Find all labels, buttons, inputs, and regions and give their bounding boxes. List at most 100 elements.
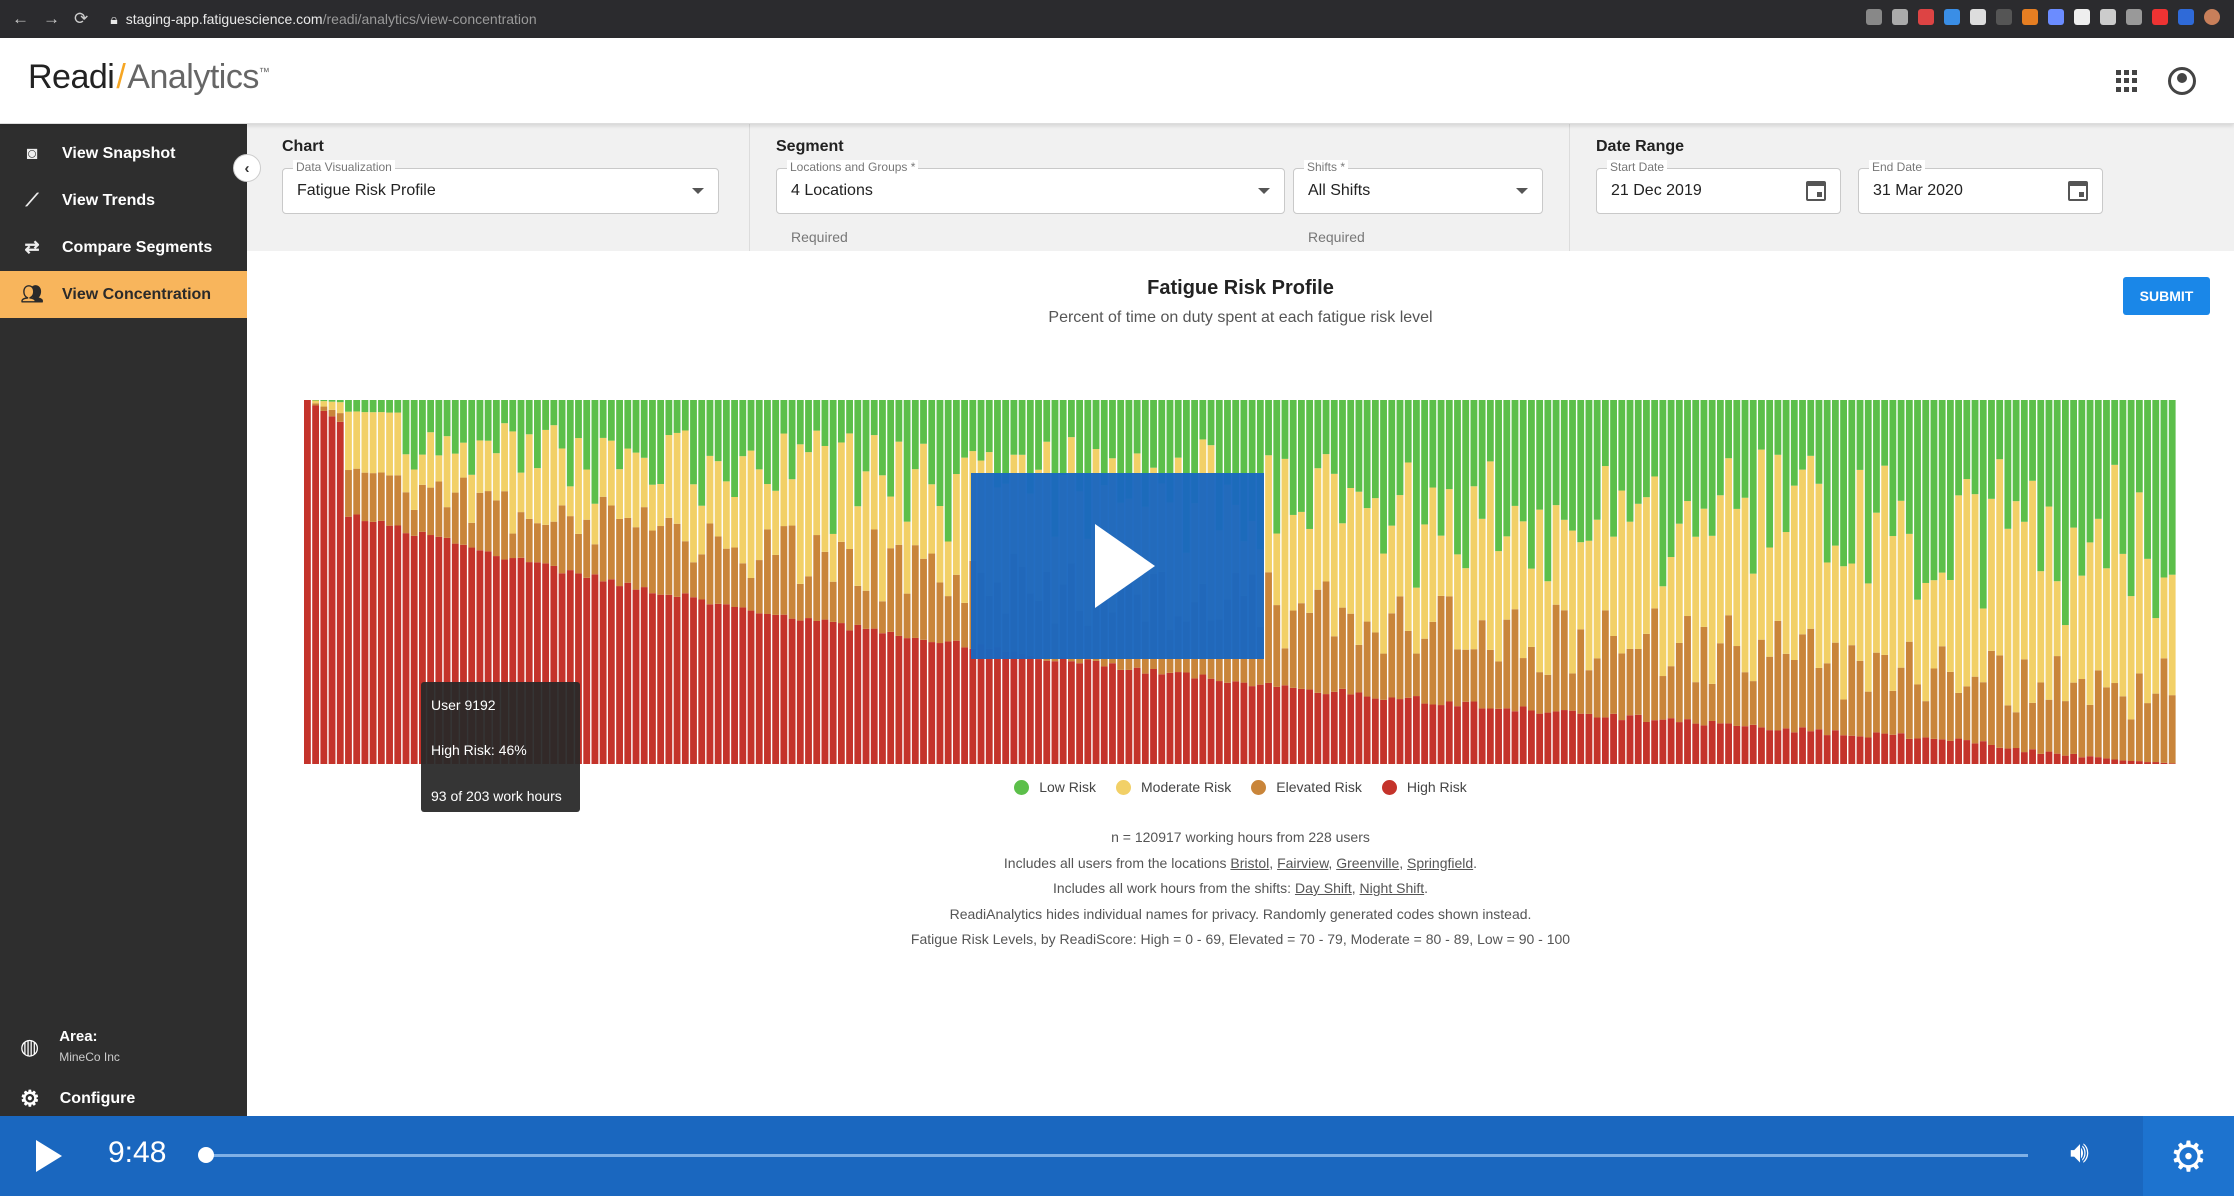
bar-segment-moderate-risk[interactable] (1758, 449, 1765, 640)
bar-segment-elevated-risk[interactable] (1347, 613, 1355, 695)
bar-segment-moderate-risk[interactable] (961, 457, 968, 603)
bar-segment-elevated-risk[interactable] (1355, 644, 1363, 693)
bar-segment-moderate-risk[interactable] (805, 452, 812, 577)
bar-segment-moderate-risk[interactable] (312, 400, 320, 404)
bar-segment-moderate-risk[interactable] (1462, 568, 1470, 650)
bar-segment-low-risk[interactable] (501, 400, 508, 424)
bar-segment-low-risk[interactable] (1585, 400, 1593, 541)
bar-segment-high-risk[interactable] (1043, 660, 1051, 764)
bar-segment-elevated-risk[interactable] (624, 517, 632, 583)
bar-segment-moderate-risk[interactable] (1799, 469, 1806, 635)
bar-segment-low-risk[interactable] (2119, 400, 2127, 554)
bar-segment-moderate-risk[interactable] (1454, 554, 1461, 650)
bar-segment-moderate-risk[interactable] (1371, 498, 1379, 633)
bar-segment-high-risk[interactable] (1026, 655, 1034, 764)
bar-segment-elevated-risk[interactable] (1963, 686, 1971, 741)
bar-segment-elevated-risk[interactable] (1560, 610, 1568, 711)
bar-segment-moderate-risk[interactable] (484, 440, 492, 492)
bar-segment-moderate-risk[interactable] (1725, 458, 1732, 616)
bar-segment-moderate-risk[interactable] (1404, 462, 1412, 631)
bar-segment-high-risk[interactable] (1429, 704, 1437, 764)
bar-segment-low-risk[interactable] (1938, 400, 1946, 573)
bar-segment-moderate-risk[interactable] (1265, 455, 1272, 573)
bar-segment-moderate-risk[interactable] (1938, 572, 1946, 647)
bar-segment-high-risk[interactable] (1938, 739, 1946, 764)
bar-segment-low-risk[interactable] (1815, 400, 1823, 484)
bar-segment-elevated-risk[interactable] (599, 496, 607, 582)
bar-segment-elevated-risk[interactable] (1519, 658, 1527, 707)
bar-segment-elevated-risk[interactable] (1667, 666, 1675, 719)
bar-segment-high-risk[interactable] (1577, 713, 1585, 764)
bar-segment-low-risk[interactable] (1265, 400, 1272, 456)
bar-segment-moderate-risk[interactable] (1716, 495, 1724, 644)
bar-segment-moderate-risk[interactable] (542, 429, 550, 525)
extension-icon[interactable] (2022, 9, 2038, 25)
bar-segment-low-risk[interactable] (410, 400, 418, 470)
bar-segment-low-risk[interactable] (944, 400, 952, 542)
bar-segment-elevated-risk[interactable] (1955, 692, 1963, 739)
bar-segment-low-risk[interactable] (1749, 400, 1757, 574)
bar-segment-low-risk[interactable] (887, 400, 895, 497)
bar-segment-elevated-risk[interactable] (698, 554, 706, 600)
bar-segment-elevated-risk[interactable] (829, 581, 837, 622)
bar-segment-elevated-risk[interactable] (1790, 660, 1798, 733)
bar-segment-elevated-risk[interactable] (484, 491, 492, 552)
bar-segment-low-risk[interactable] (1774, 400, 1782, 455)
bar-segment-high-risk[interactable] (837, 623, 845, 764)
bar-segment-high-risk[interactable] (1240, 682, 1248, 764)
bar-segment-moderate-risk[interactable] (2135, 492, 2143, 674)
bar-segment-moderate-risk[interactable] (952, 474, 960, 575)
bar-segment-high-risk[interactable] (1248, 686, 1256, 764)
bar-segment-low-risk[interactable] (492, 400, 500, 454)
bar-segment-high-risk[interactable] (722, 604, 730, 764)
bar-segment-moderate-risk[interactable] (1314, 468, 1322, 590)
bar-segment-high-risk[interactable] (2111, 759, 2119, 764)
bar-segment-high-risk[interactable] (903, 638, 911, 764)
bar-segment-high-risk[interactable] (1996, 747, 2004, 764)
bar-segment-high-risk[interactable] (1232, 681, 1240, 764)
bar-segment-high-risk[interactable] (657, 594, 665, 764)
bar-segment-high-risk[interactable] (2168, 763, 2176, 764)
bar-segment-low-risk[interactable] (796, 400, 804, 445)
location-link[interactable]: Greenville (1336, 855, 1399, 871)
bar-segment-low-risk[interactable] (575, 400, 582, 439)
bar-segment-low-risk[interactable] (1109, 400, 1116, 459)
bar-segment-moderate-risk[interactable] (2119, 553, 2127, 697)
bar-segment-moderate-risk[interactable] (1955, 495, 1963, 693)
bar-segment-elevated-risk[interactable] (460, 477, 467, 545)
bar-segment-moderate-risk[interactable] (1823, 562, 1831, 664)
bar-segment-high-risk[interactable] (969, 648, 977, 764)
bar-segment-high-risk[interactable] (895, 635, 903, 764)
bar-segment-high-risk[interactable] (1454, 706, 1461, 764)
bar-segment-elevated-risk[interactable] (879, 601, 886, 634)
bar-segment-elevated-risk[interactable] (1585, 670, 1593, 714)
bar-segment-elevated-risk[interactable] (353, 468, 361, 515)
bar-segment-elevated-risk[interactable] (2094, 670, 2102, 758)
bar-segment-low-risk[interactable] (936, 400, 944, 507)
bar-segment-elevated-risk[interactable] (870, 529, 878, 629)
bar-segment-moderate-risk[interactable] (1766, 547, 1774, 657)
bar-segment-elevated-risk[interactable] (402, 492, 410, 534)
bar-segment-high-risk[interactable] (1363, 696, 1371, 764)
bar-segment-elevated-risk[interactable] (952, 574, 960, 641)
bar-segment-low-risk[interactable] (1634, 400, 1642, 504)
bar-segment-high-risk[interactable] (1486, 708, 1494, 764)
bar-segment-high-risk[interactable] (624, 582, 632, 764)
bar-segment-moderate-risk[interactable] (1848, 563, 1856, 646)
bar-segment-elevated-risk[interactable] (846, 549, 853, 631)
bar-segment-moderate-risk[interactable] (2086, 542, 2094, 705)
progress-scrubber[interactable] (198, 1147, 214, 1163)
bar-segment-low-risk[interactable] (369, 400, 377, 413)
bar-segment-moderate-risk[interactable] (328, 401, 336, 410)
bar-segment-moderate-risk[interactable] (476, 440, 484, 493)
bar-segment-high-risk[interactable] (1495, 708, 1502, 764)
bar-segment-low-risk[interactable] (2053, 400, 2061, 582)
bar-segment-elevated-risk[interactable] (1470, 649, 1478, 702)
bar-segment-low-risk[interactable] (1306, 400, 1314, 529)
bar-segment-moderate-risk[interactable] (1519, 521, 1527, 659)
start-date-field[interactable]: Start Date 21 Dec 2019 (1596, 160, 1841, 214)
bar-segment-low-risk[interactable] (2037, 400, 2045, 572)
bar-segment-low-risk[interactable] (764, 400, 771, 485)
bar-segment-elevated-risk[interactable] (451, 492, 459, 544)
bar-segment-high-risk[interactable] (1215, 681, 1223, 764)
